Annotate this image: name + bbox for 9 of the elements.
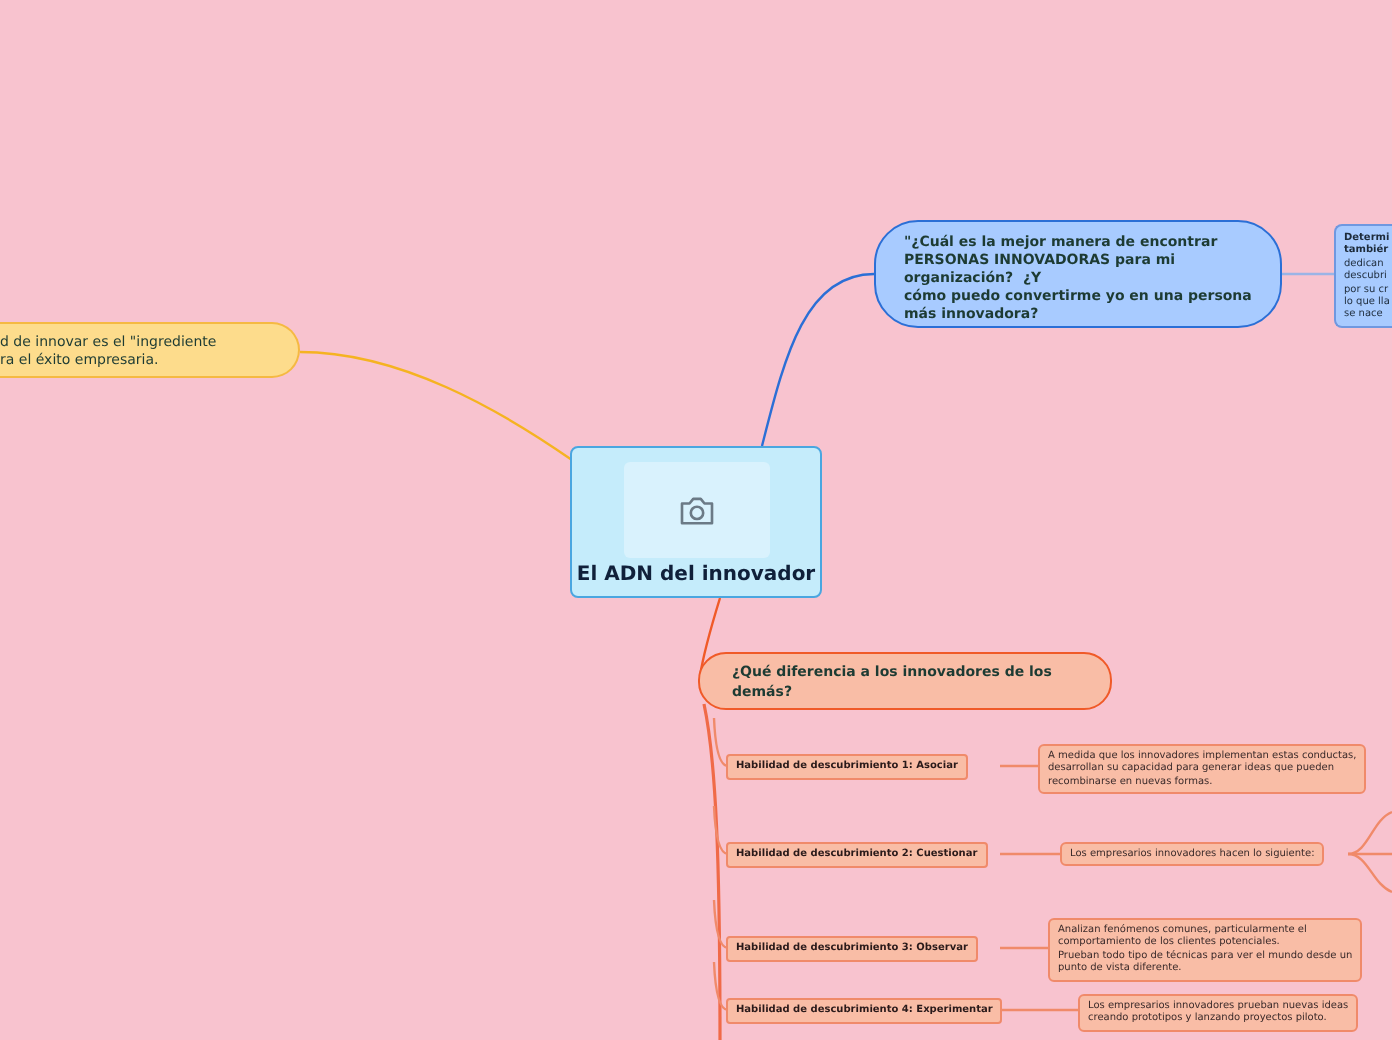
connector-line [1000,1008,1078,1012]
central-topic-node[interactable]: El ADN del innovador [570,446,822,598]
camera-icon [677,495,715,525]
image-placeholder[interactable] [623,462,769,558]
connector-line [1000,946,1048,950]
connector-line [1000,852,1060,856]
connector-line [1000,764,1038,768]
topic-title: El ADN del innovador [576,564,816,586]
connector-line [1282,272,1334,276]
